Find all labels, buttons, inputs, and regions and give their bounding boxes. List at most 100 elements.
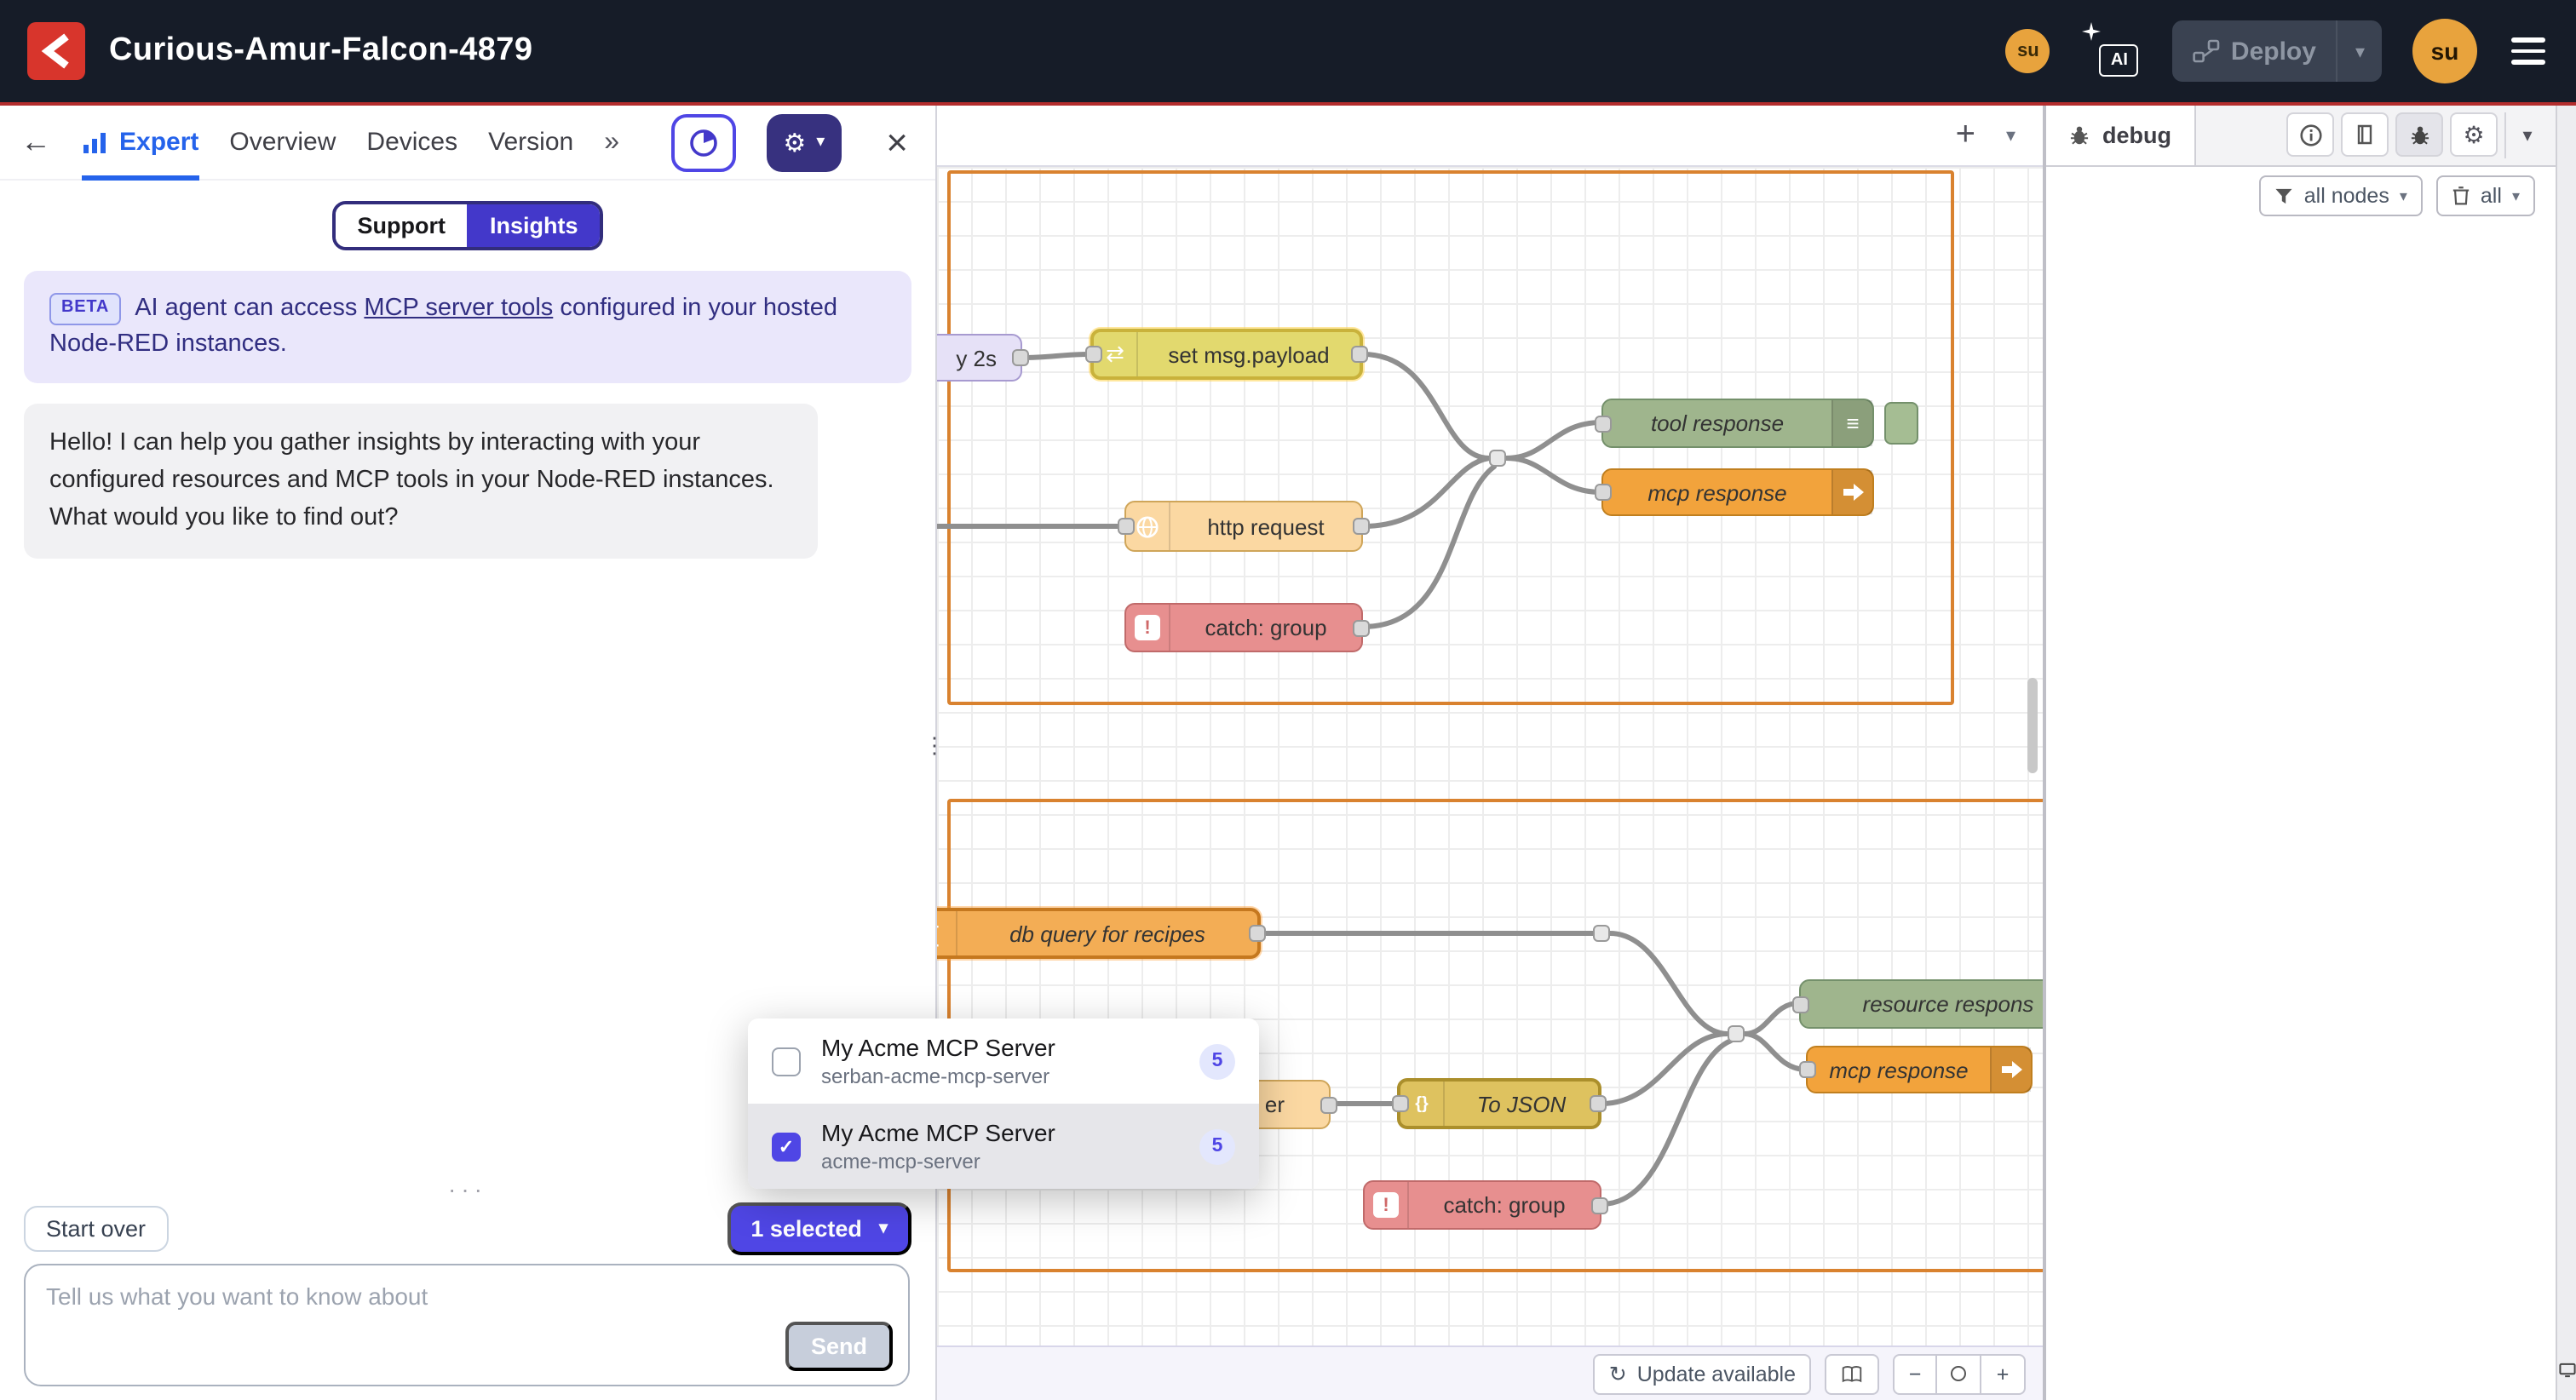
- tab-devices[interactable]: Devices: [366, 105, 457, 180]
- node-to-json[interactable]: {} To JSON: [1397, 1078, 1601, 1129]
- server-option[interactable]: My Acme MCP Server serban-acme-mcp-serve…: [748, 1018, 1259, 1104]
- node-http-request[interactable]: http request: [1124, 501, 1363, 552]
- sidebar-menu-caret-icon[interactable]: ▾: [2504, 112, 2549, 158]
- chevron-down-icon: ▾: [2512, 186, 2520, 205]
- input-port[interactable]: [1595, 415, 1612, 432]
- debug-enable-toggle[interactable]: [1884, 402, 1918, 445]
- beta-badge: BETA: [49, 293, 121, 324]
- node-inject-2s[interactable]: y 2s: [937, 334, 1022, 382]
- zoom-reset-icon: [1951, 1366, 1966, 1381]
- panel-resize-handle[interactable]: ⋮: [923, 732, 946, 760]
- back-arrow-icon[interactable]: ←: [20, 124, 51, 160]
- deploy-caret-icon[interactable]: ▾: [2338, 40, 2382, 62]
- canvas-statusbar: ↻ Update available − +: [937, 1345, 2043, 1400]
- sidebar-tab-debug[interactable]: [2395, 112, 2443, 157]
- toggle-insights[interactable]: Insights: [468, 204, 601, 247]
- output-port[interactable]: [1249, 925, 1266, 942]
- start-over-button[interactable]: Start over: [24, 1206, 168, 1252]
- send-button[interactable]: Send: [785, 1322, 893, 1371]
- bug-icon: [2068, 124, 2090, 146]
- trash-icon: [2452, 186, 2470, 206]
- tab-expert[interactable]: Expert: [82, 105, 198, 180]
- header-accent-line: [0, 102, 2576, 106]
- canvas-scrollbar[interactable]: [2027, 678, 2038, 773]
- wire-junction[interactable]: [1593, 925, 1610, 942]
- update-icon: ↻: [1609, 1361, 1627, 1386]
- canvas-toolbar: + ▾: [937, 106, 2043, 167]
- wire-junction[interactable]: [1728, 1025, 1745, 1042]
- zoom-reset-button[interactable]: [1937, 1353, 1981, 1394]
- input-port[interactable]: [1595, 484, 1612, 501]
- tab-overview[interactable]: Overview: [229, 105, 336, 180]
- mcp-server-tools-link[interactable]: MCP server tools: [364, 295, 553, 322]
- output-port[interactable]: [1012, 349, 1029, 366]
- update-available-button[interactable]: ↻ Update available: [1594, 1353, 1811, 1394]
- sidebar-tabs: debug ⚙ ▾: [2046, 106, 2556, 167]
- book-icon: [2355, 124, 2375, 145]
- node-mcp-response-top[interactable]: mcp response: [1601, 468, 1874, 516]
- add-flow-button[interactable]: +: [1956, 116, 1975, 155]
- node-set-msg-payload[interactable]: ⇄ set msg.payload: [1090, 329, 1363, 380]
- node-catch-bottom[interactable]: ! catch: group: [1363, 1180, 1601, 1230]
- input-port[interactable]: [1392, 1095, 1409, 1112]
- chat-controls: Start over 1 selected ▾: [24, 1202, 911, 1255]
- node-tool-response[interactable]: tool response ≡: [1601, 399, 1874, 448]
- arrow-out-icon: [1990, 1047, 2031, 1092]
- sidebar-tab-info[interactable]: [2286, 112, 2334, 157]
- avatar-small[interactable]: su: [2006, 29, 2050, 73]
- node-mcp-response-bottom[interactable]: mcp response: [1806, 1046, 2033, 1093]
- mcp-server-dropdown: My Acme MCP Server serban-acme-mcp-serve…: [748, 1018, 1259, 1189]
- wire-junction[interactable]: [1489, 450, 1506, 467]
- zoom-out-button[interactable]: −: [1893, 1353, 1937, 1394]
- insights-pie-button[interactable]: [670, 113, 735, 171]
- checkbox-checked[interactable]: ✓: [772, 1132, 801, 1161]
- tab-version[interactable]: Version: [488, 105, 573, 180]
- flowfuse-logo-icon: [27, 22, 85, 80]
- node-resource-response[interactable]: resource respons: [1799, 979, 2043, 1029]
- output-port[interactable]: [1320, 1096, 1337, 1113]
- close-icon[interactable]: ×: [879, 120, 915, 164]
- debug-clear-button[interactable]: all ▾: [2436, 175, 2535, 216]
- output-port[interactable]: [1590, 1095, 1607, 1112]
- server-option[interactable]: ✓ My Acme MCP Server acme-mcp-server 5: [748, 1104, 1259, 1189]
- support-insights-toggle: Support Insights: [331, 201, 603, 250]
- avatar-large[interactable]: su: [2412, 19, 2477, 83]
- node-catch-top[interactable]: ! catch: group: [1124, 603, 1363, 652]
- chevron-down-icon: ▾: [879, 1219, 888, 1238]
- zoom-in-button[interactable]: +: [1981, 1353, 2026, 1394]
- right-edge-rail: [2556, 106, 2576, 1400]
- toggle-support[interactable]: Support: [335, 204, 468, 247]
- more-tabs-icon[interactable]: »: [604, 127, 619, 158]
- book-icon: [1840, 1363, 1864, 1384]
- input-port[interactable]: [1799, 1061, 1816, 1078]
- output-port[interactable]: [1353, 619, 1370, 636]
- input-port[interactable]: [1085, 346, 1102, 363]
- ai-assistant-icon[interactable]: AI: [2081, 22, 2142, 80]
- debug-sidebar: debug ⚙ ▾ all nodes ▾: [2043, 106, 2556, 1400]
- input-port[interactable]: [1792, 995, 1809, 1013]
- deploy-button[interactable]: Deploy ▾: [2173, 20, 2382, 82]
- chat-input[interactable]: [26, 1265, 908, 1337]
- menu-icon[interactable]: [2508, 32, 2549, 71]
- sidebar-tab-help[interactable]: [2341, 112, 2389, 157]
- node-db-query[interactable]: { db query for recipes: [937, 908, 1261, 959]
- tab-debug[interactable]: debug: [2046, 106, 2195, 165]
- sidebar-tab-config[interactable]: ⚙: [2450, 112, 2498, 157]
- monitor-icon[interactable]: [2558, 1356, 2575, 1386]
- input-port[interactable]: [1118, 518, 1135, 535]
- gear-icon: ⚙: [783, 127, 806, 158]
- checkbox-unchecked[interactable]: [772, 1047, 801, 1076]
- deploy-icon: [2173, 39, 2231, 63]
- flow-editor: + ▾ y 2s ⇄ set msg.payload: [937, 106, 2043, 1400]
- output-port[interactable]: [1353, 518, 1370, 535]
- assistant-tabbar: ← Expert Overview Devices Version » ⚙ ▾ …: [0, 106, 935, 181]
- pie-chart-icon: [687, 127, 718, 158]
- output-port[interactable]: [1591, 1196, 1608, 1214]
- debug-sidebar-icon: ≡: [1831, 400, 1872, 446]
- selected-servers-button[interactable]: 1 selected ▾: [727, 1202, 911, 1255]
- settings-dropdown-button[interactable]: ⚙ ▾: [766, 113, 842, 171]
- output-port[interactable]: [1351, 346, 1368, 363]
- flow-list-caret-icon[interactable]: ▾: [2006, 124, 2015, 146]
- navigator-button[interactable]: [1825, 1353, 1879, 1394]
- debug-filter-nodes-button[interactable]: all nodes ▾: [2260, 175, 2423, 216]
